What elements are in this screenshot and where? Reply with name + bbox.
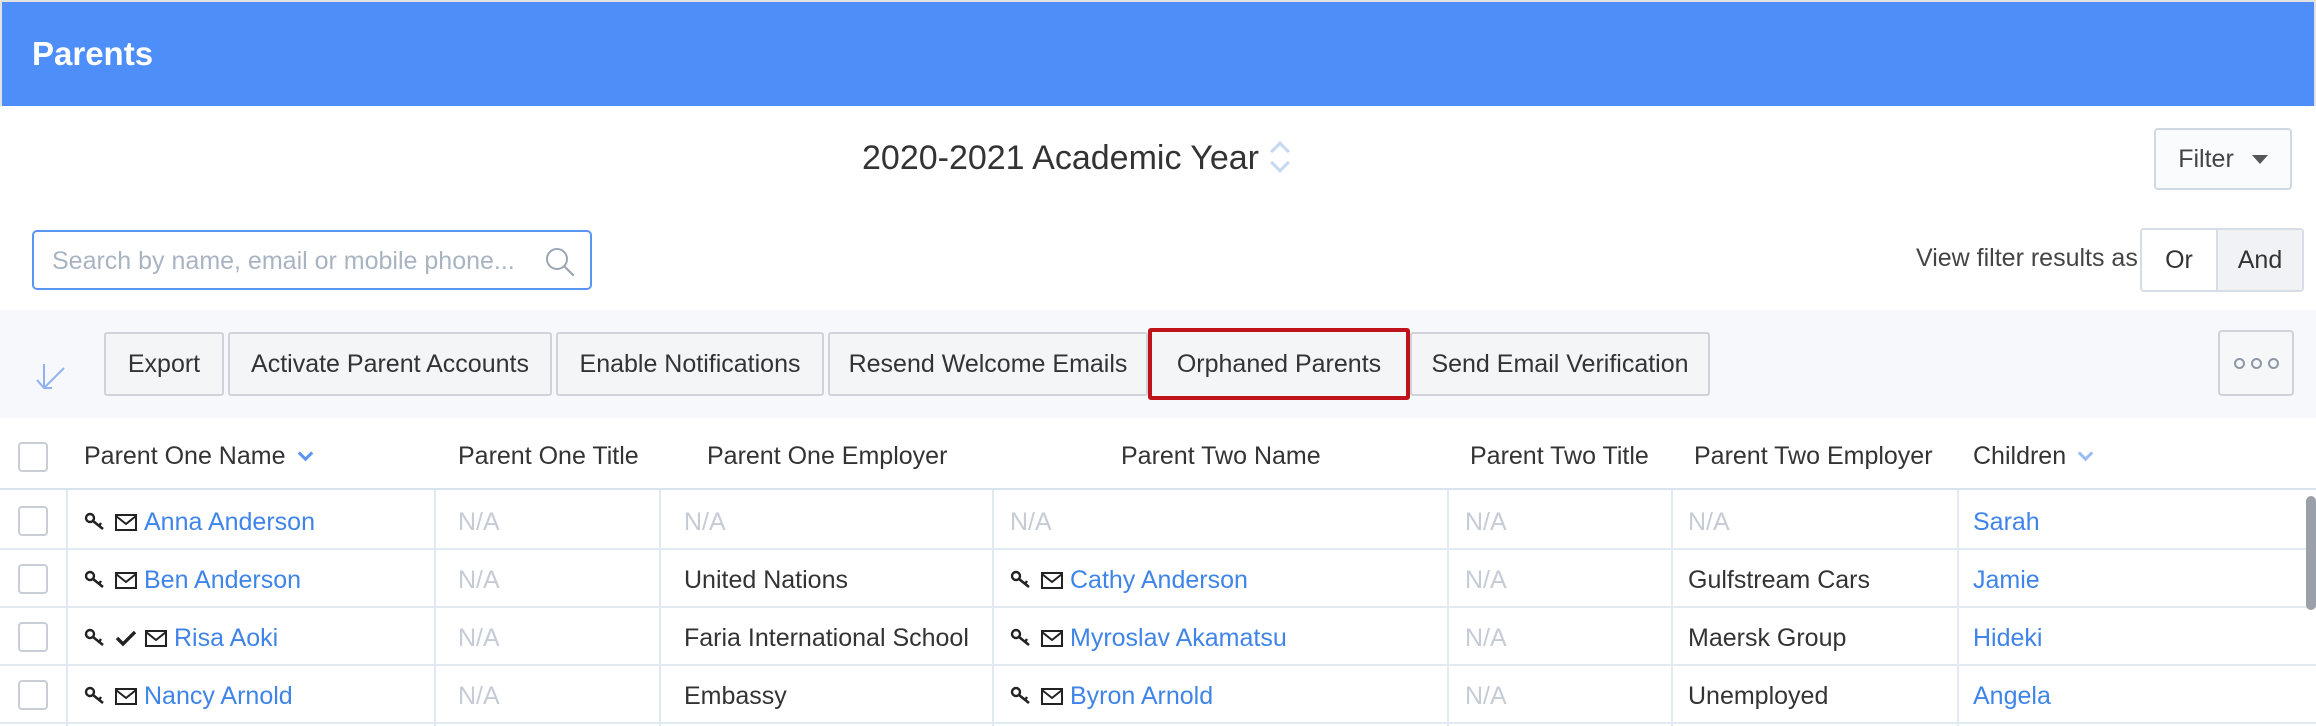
mail-icon xyxy=(1040,685,1066,709)
parent-two-employer-cell: Gulfstream Cars xyxy=(1688,566,1870,594)
parent-two-name-link[interactable]: Cathy Anderson xyxy=(1070,566,1248,595)
academic-year-selector[interactable]: 2020-2021 Academic Year xyxy=(862,134,1295,182)
parent-one-name-link[interactable]: Nancy Arnold xyxy=(144,682,293,711)
check-icon xyxy=(114,627,140,651)
select-all-checkbox[interactable] xyxy=(18,442,48,472)
key-icon xyxy=(84,627,110,651)
parent-two-employer-cell: Maersk Group xyxy=(1688,624,1847,652)
children-link[interactable]: Jamie xyxy=(1973,566,2040,595)
vertical-scrollbar[interactable] xyxy=(2306,496,2316,610)
key-icon xyxy=(84,685,110,709)
column-header-parent-one-name[interactable]: Parent One Name xyxy=(84,442,313,471)
key-icon xyxy=(84,569,110,593)
sort-chevron-icon xyxy=(2077,445,2094,462)
caret-down-icon xyxy=(2251,154,2268,164)
export-button[interactable]: Export xyxy=(104,332,224,396)
view-filter-label: View filter results as: xyxy=(1916,244,2145,272)
orphaned-parents-button[interactable]: Orphaned Parents xyxy=(1148,328,1410,400)
parent-one-name-cell: Ben Anderson xyxy=(84,566,301,595)
parent-one-name-link[interactable]: Risa Aoki xyxy=(174,624,278,653)
row-checkbox[interactable] xyxy=(18,506,48,536)
search-input[interactable] xyxy=(52,240,522,282)
mail-icon xyxy=(1040,569,1066,593)
row-checkbox[interactable] xyxy=(18,564,48,594)
parent-one-title-cell: N/A xyxy=(458,682,500,710)
parent-one-name-cell: Risa Aoki xyxy=(84,624,278,653)
search-box[interactable] xyxy=(32,230,592,290)
parent-two-employer-cell: Unemployed xyxy=(1688,682,1829,710)
mail-icon xyxy=(114,569,140,593)
parent-two-name-link[interactable]: Byron Arnold xyxy=(1070,682,1213,711)
parent-two-title-cell: N/A xyxy=(1465,682,1507,710)
sort-arrow-icon[interactable] xyxy=(34,358,74,394)
parent-two-title-cell: N/A xyxy=(1465,508,1507,536)
children-link[interactable]: Hideki xyxy=(1973,624,2042,653)
parent-two-title-cell: N/A xyxy=(1465,566,1507,594)
filter-button-label: Filter xyxy=(2178,144,2234,173)
row-checkbox[interactable] xyxy=(18,622,48,652)
table-header: Parent One Name Parent One Title Parent … xyxy=(0,424,2316,490)
column-header-parent-two-name: Parent Two Name xyxy=(1121,442,1321,470)
enable-notifications-button[interactable]: Enable Notifications xyxy=(556,332,824,396)
mail-icon xyxy=(144,627,170,651)
children-link[interactable]: Sarah xyxy=(1973,508,2040,537)
view-filter-and[interactable]: And xyxy=(2218,230,2302,290)
sort-chevron-icon xyxy=(297,445,313,462)
parent-one-employer-cell: N/A xyxy=(684,508,726,536)
key-icon xyxy=(1010,685,1036,709)
parent-two-name-cell: N/A xyxy=(1010,508,1052,536)
parent-two-title-cell: N/A xyxy=(1465,624,1507,652)
filter-button[interactable]: Filter xyxy=(2154,128,2292,190)
mail-icon xyxy=(114,511,140,535)
parent-one-title-cell: N/A xyxy=(458,508,500,536)
year-sort-icon[interactable] xyxy=(1269,138,1295,178)
parent-one-employer-cell: Faria International School xyxy=(684,624,969,652)
table-row: Ben Anderson N/A United Nations Cathy Ander… xyxy=(0,550,2316,608)
key-icon xyxy=(84,511,110,535)
key-icon xyxy=(1010,569,1036,593)
column-header-parent-one-employer: Parent One Employer xyxy=(707,442,948,470)
more-dots-icon xyxy=(2233,357,2245,369)
column-header-children[interactable]: Children xyxy=(1973,442,2094,471)
page-header: Parents xyxy=(0,0,2316,106)
parent-two-name-cell: Myroslav Akamatsu xyxy=(1010,624,1287,653)
view-filter-or[interactable]: Or xyxy=(2142,230,2218,290)
academic-year-label: 2020-2021 Academic Year xyxy=(862,138,1259,177)
view-filter-toggle[interactable]: Or And xyxy=(2140,228,2304,292)
key-icon xyxy=(1010,627,1036,651)
children-link[interactable]: Angela xyxy=(1973,682,2051,711)
more-options-button[interactable] xyxy=(2218,330,2294,396)
mail-icon xyxy=(1040,627,1066,651)
parent-one-employer-cell: United Nations xyxy=(684,566,848,594)
column-header-parent-one-title: Parent One Title xyxy=(458,442,639,470)
row-checkbox[interactable] xyxy=(18,680,48,710)
parent-one-name-link[interactable]: Anna Anderson xyxy=(144,508,315,537)
table-row: Risa Aoki N/A Faria International School My… xyxy=(0,608,2316,666)
parent-two-name-link[interactable]: Myroslav Akamatsu xyxy=(1070,624,1287,653)
search-icon[interactable] xyxy=(544,246,576,278)
parent-two-name-cell: Cathy Anderson xyxy=(1010,566,1248,595)
send-email-verification-button[interactable]: Send Email Verification xyxy=(1410,332,1710,396)
parent-two-employer-cell: N/A xyxy=(1688,508,1730,536)
parent-one-name-link[interactable]: Ben Anderson xyxy=(144,566,301,595)
mail-icon xyxy=(114,685,140,709)
parent-two-name-cell: Byron Arnold xyxy=(1010,682,1213,711)
parent-one-title-cell: N/A xyxy=(458,624,500,652)
activate-parent-accounts-button[interactable]: Activate Parent Accounts xyxy=(228,332,552,396)
table-row: Nancy Arnold N/A Embassy Byron Arnold N/A Une… xyxy=(0,666,2316,724)
parent-one-employer-cell: Embassy xyxy=(684,682,787,710)
column-header-parent-two-employer: Parent Two Employer xyxy=(1694,442,1933,470)
parent-one-name-cell: Nancy Arnold xyxy=(84,682,293,711)
resend-welcome-emails-button[interactable]: Resend Welcome Emails xyxy=(828,332,1148,396)
column-header-parent-two-title: Parent Two Title xyxy=(1470,442,1649,470)
parent-one-title-cell: N/A xyxy=(458,566,500,594)
page-title: Parents xyxy=(32,35,154,72)
table-row: Anna Anderson N/A N/A N/A N/A N/A Sarah xyxy=(0,492,2316,550)
parent-one-name-cell: Anna Anderson xyxy=(84,508,315,537)
